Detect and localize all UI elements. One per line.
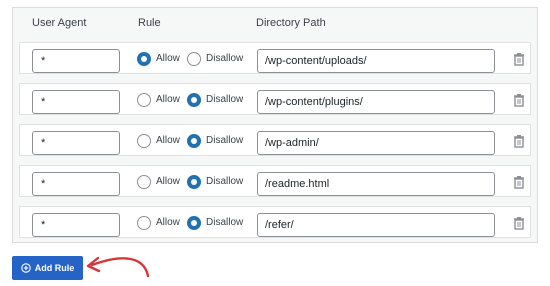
disallow-label: Disallow — [206, 94, 244, 105]
allow-radio[interactable] — [137, 52, 151, 66]
allow-label: Allow — [156, 135, 180, 146]
directory-path-input[interactable] — [257, 213, 495, 237]
add-rule-button[interactable]: Add Rule — [12, 256, 83, 280]
trash-icon[interactable] — [512, 52, 526, 66]
disallow-radio[interactable] — [187, 134, 201, 148]
table-row: Allow Disallow — [19, 165, 531, 197]
directory-path-input[interactable] — [257, 131, 495, 155]
user-agent-input[interactable] — [32, 131, 120, 155]
disallow-radio[interactable] — [187, 93, 201, 107]
allow-radio[interactable] — [137, 93, 151, 107]
plus-circle-icon — [21, 263, 31, 273]
allow-label: Allow — [156, 176, 180, 187]
disallow-radio[interactable] — [187, 175, 201, 189]
user-agent-input[interactable] — [32, 172, 120, 196]
header-directory-path: Directory Path — [256, 17, 326, 29]
trash-icon[interactable] — [512, 175, 526, 189]
allow-label: Allow — [156, 94, 180, 105]
disallow-label: Disallow — [206, 53, 244, 64]
rules-table: User Agent Rule Directory Path Allow Dis… — [12, 7, 538, 243]
allow-radio[interactable] — [137, 216, 151, 230]
annotation-arrow-icon — [86, 256, 150, 278]
user-agent-input[interactable] — [32, 213, 120, 237]
allow-radio[interactable] — [137, 134, 151, 148]
allow-radio[interactable] — [137, 175, 151, 189]
user-agent-input[interactable] — [32, 90, 120, 114]
disallow-radio[interactable] — [187, 216, 201, 230]
header-rule: Rule — [138, 17, 161, 29]
directory-path-input[interactable] — [257, 49, 495, 73]
disallow-label: Disallow — [206, 135, 244, 146]
directory-path-input[interactable] — [257, 172, 495, 196]
user-agent-input[interactable] — [32, 49, 120, 73]
directory-path-input[interactable] — [257, 90, 495, 114]
table-row: Allow Disallow — [19, 83, 531, 115]
trash-icon[interactable] — [512, 134, 526, 148]
disallow-label: Disallow — [206, 176, 244, 187]
add-rule-label: Add Rule — [34, 263, 75, 273]
header-user-agent: User Agent — [32, 17, 87, 29]
trash-icon[interactable] — [512, 216, 526, 230]
table-row: Allow Disallow — [19, 124, 531, 156]
trash-icon[interactable] — [512, 93, 526, 107]
allow-label: Allow — [156, 217, 180, 228]
table-row: Allow Disallow — [19, 206, 531, 238]
allow-label: Allow — [156, 53, 180, 64]
disallow-radio[interactable] — [187, 52, 201, 66]
disallow-label: Disallow — [206, 217, 244, 228]
table-row: Allow Disallow — [19, 42, 531, 74]
